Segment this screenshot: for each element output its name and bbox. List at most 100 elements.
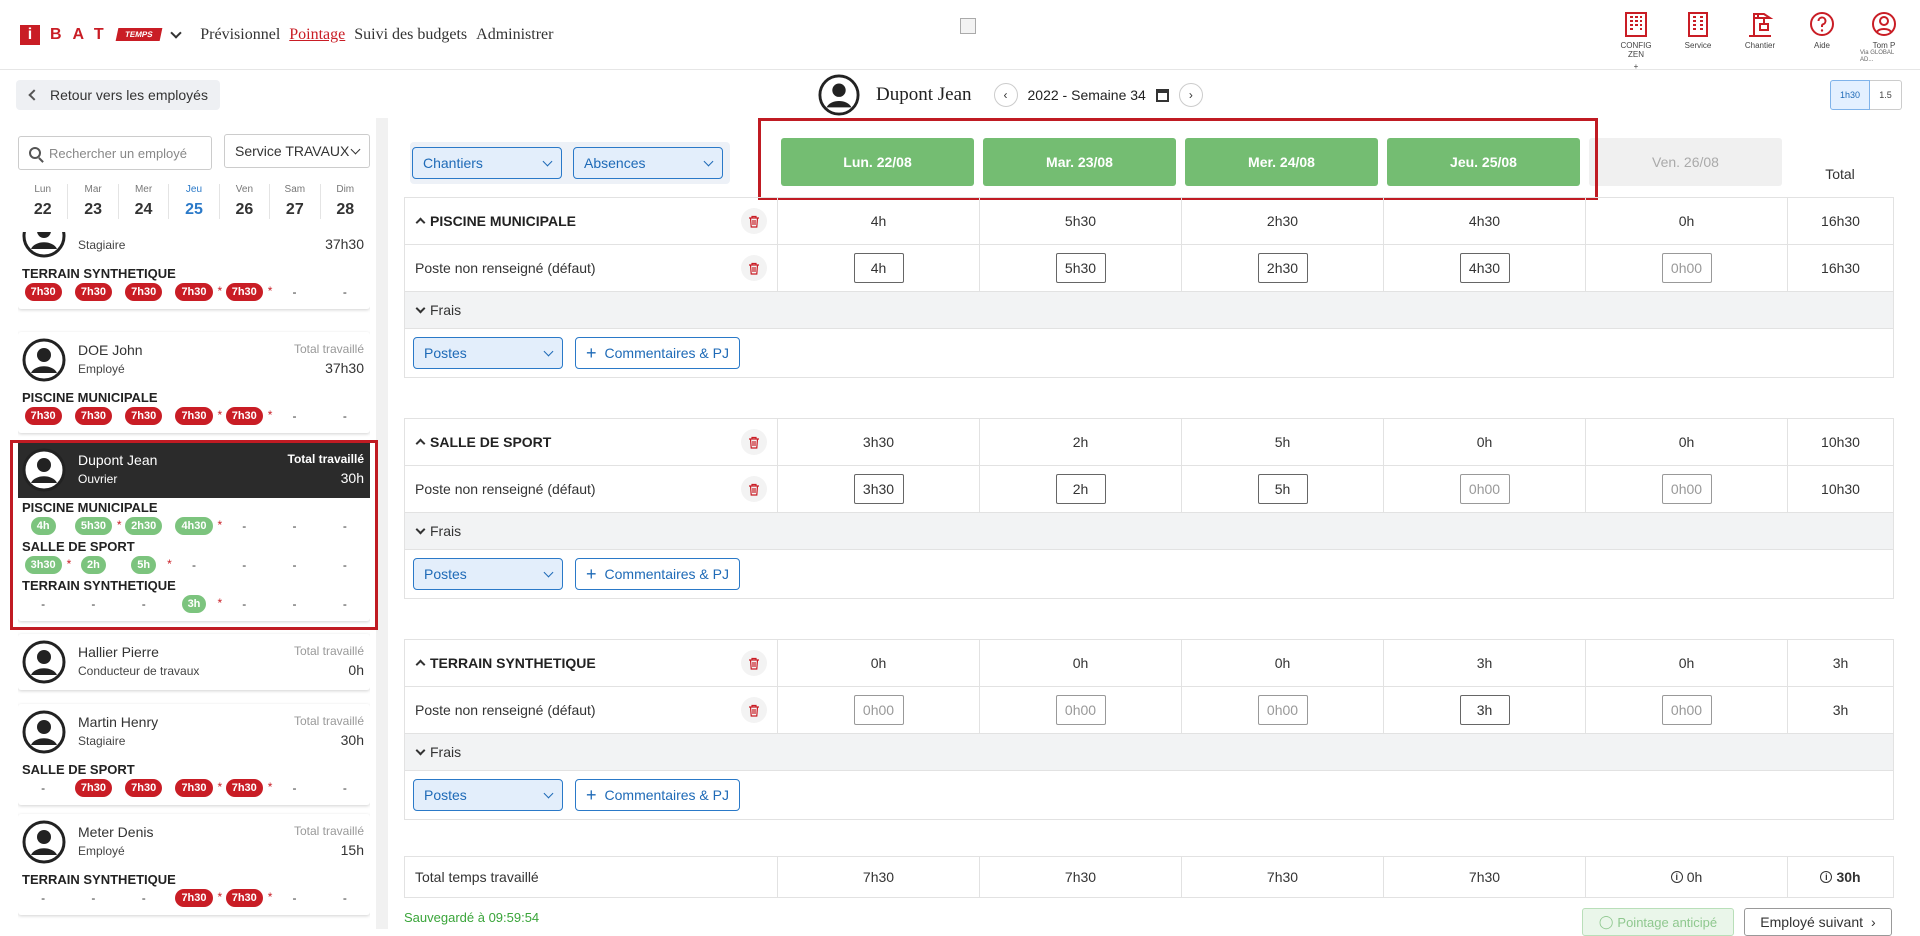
service-select[interactable]: Service TRAVAUX — [224, 134, 370, 168]
anticipated-pointage-button[interactable]: ◯ Pointage anticipé — [1582, 908, 1734, 936]
back-to-employees-button[interactable]: Retour vers les employés — [16, 80, 220, 110]
nav-previsionnel[interactable]: Prévisionnel — [200, 26, 280, 44]
frais-toggle[interactable]: Frais — [415, 302, 461, 318]
day-header[interactable]: Ven. 26/08 — [1589, 138, 1782, 186]
day-cell[interactable]: - — [18, 891, 68, 905]
day-cell[interactable]: - — [320, 409, 370, 423]
delete-project-button[interactable] — [741, 429, 767, 455]
prev-week-button[interactable]: ‹ — [993, 83, 1018, 107]
day-cell[interactable]: 7h30 — [68, 407, 118, 425]
hours-input[interactable]: 0h00 — [853, 695, 904, 725]
tool-user[interactable]: Tom P Via GLOBAL AD... — [1860, 10, 1908, 71]
day-lun[interactable]: Lun 22 — [18, 184, 69, 219]
chantiers-dropdown[interactable]: Chantiers — [412, 147, 562, 179]
day-cell[interactable]: - — [119, 891, 169, 905]
hours-input[interactable]: 3h30 — [853, 474, 904, 504]
hours-input[interactable]: 2h30 — [1257, 253, 1308, 283]
employee-card[interactable]: Bréant PaulStagiaireTotal travaillé37h30… — [18, 232, 370, 309]
day-cell[interactable]: - — [320, 781, 370, 795]
delete-post-button[interactable] — [741, 476, 767, 502]
day-dim[interactable]: Dim 28 — [321, 184, 370, 219]
hours-input[interactable]: 5h — [1257, 474, 1308, 504]
day-cell[interactable]: 7h30 — [18, 407, 68, 425]
frais-row[interactable]: Frais — [405, 734, 1893, 771]
hours-input[interactable]: 5h30 — [1055, 253, 1106, 283]
day-cell[interactable]: 7h30 * — [219, 779, 272, 797]
day-sam[interactable]: Sam 27 — [270, 184, 321, 219]
nav-pointage[interactable]: Pointage — [289, 26, 345, 44]
frais-row[interactable]: Frais — [405, 513, 1893, 550]
next-week-button[interactable]: › — [1178, 83, 1203, 107]
comments-attachments-button[interactable]: + Commentaires & PJ — [575, 779, 740, 811]
day-cell[interactable]: - — [269, 409, 319, 423]
frais-toggle[interactable]: Frais — [415, 523, 461, 539]
day-cell[interactable]: 7h30 — [68, 283, 118, 301]
nav-administrer[interactable]: Administrer — [476, 26, 553, 44]
frais-row[interactable]: Frais — [405, 292, 1893, 329]
tool-config-zen[interactable]: CONFIG ZEN + — [1612, 10, 1660, 71]
day-cell[interactable]: 7h30 * — [169, 283, 222, 301]
project-toggle[interactable]: TERRAIN SYNTHETIQUE — [415, 655, 596, 671]
day-jeu[interactable]: Jeu 25 — [169, 184, 220, 219]
hours-input[interactable]: 0h00 — [1459, 474, 1510, 504]
delete-project-button[interactable] — [741, 208, 767, 234]
delete-project-button[interactable] — [741, 650, 767, 676]
day-cell[interactable]: 7h30 — [18, 283, 68, 301]
next-employee-button[interactable]: Employé suivant › — [1744, 908, 1892, 936]
frais-toggle[interactable]: Frais — [415, 744, 461, 760]
day-cell[interactable]: 7h30 * — [219, 283, 272, 301]
tool-aide[interactable]: Aide — [1798, 10, 1846, 71]
day-cell[interactable]: 7h30 * — [169, 407, 222, 425]
calendar-icon[interactable] — [1155, 88, 1169, 102]
nav-suivi-budgets[interactable]: Suivi des budgets — [354, 26, 467, 44]
employee-card[interactable]: Meter Denis Employé Total travaillé 15h TERR… — [18, 814, 370, 915]
employee-card[interactable]: DOE John Employé Total travaillé 37h30 PISCI… — [18, 332, 370, 433]
day-cell[interactable]: 7h30 — [68, 779, 118, 797]
day-cell[interactable]: 7h30 * — [169, 889, 222, 907]
comments-attachments-button[interactable]: + Commentaires & PJ — [575, 337, 740, 369]
hours-input[interactable]: 0h00 — [1661, 474, 1712, 504]
tool-chantier[interactable]: Chantier — [1736, 10, 1784, 71]
day-mer[interactable]: Mer 24 — [119, 184, 170, 219]
chevron-down-icon[interactable] — [170, 26, 182, 39]
day-cell[interactable]: - — [269, 285, 319, 299]
employee-card[interactable]: Martin Henry Stagiaire Total travaillé 30h S… — [18, 704, 370, 805]
absences-dropdown[interactable]: Absences — [573, 147, 723, 179]
employee-search-input[interactable]: Rechercher un employé — [18, 136, 212, 170]
day-cell[interactable]: 7h30 * — [219, 889, 272, 907]
day-cell[interactable]: - — [68, 891, 118, 905]
tool-service[interactable]: Service — [1674, 10, 1722, 71]
day-cell[interactable]: - — [18, 781, 68, 795]
comments-attachments-button[interactable]: + Commentaires & PJ — [575, 558, 740, 590]
day-cell[interactable]: 7h30 * — [219, 407, 272, 425]
ibat-logo[interactable]: i BAT TEMPS — [20, 24, 182, 45]
day-cell[interactable]: 7h30 — [119, 779, 169, 797]
zoom-hours[interactable]: 1h30 — [1830, 80, 1870, 110]
hours-input[interactable]: 0h00 — [1055, 695, 1106, 725]
hours-input[interactable]: 0h00 — [1661, 695, 1712, 725]
employee-card[interactable]: Hallier Pierre Conducteur de travaux Total… — [18, 634, 370, 690]
postes-dropdown[interactable]: Postes — [413, 337, 563, 369]
hours-input[interactable]: 4h — [853, 253, 904, 283]
day-mar[interactable]: Mar 23 — [68, 184, 119, 219]
day-cell[interactable]: - — [320, 891, 370, 905]
hours-input[interactable]: 2h — [1055, 474, 1106, 504]
delete-post-button[interactable] — [741, 255, 767, 281]
hours-input[interactable]: 4h30 — [1459, 253, 1510, 283]
day-cell[interactable]: 7h30 — [119, 407, 169, 425]
day-cell[interactable]: - — [269, 891, 319, 905]
day-cell[interactable]: 7h30 * — [169, 779, 222, 797]
project-toggle[interactable]: PISCINE MUNICIPALE — [415, 213, 576, 229]
postes-dropdown[interactable]: Postes — [413, 779, 563, 811]
day-cell[interactable]: - — [320, 285, 370, 299]
hours-input[interactable]: 3h — [1459, 695, 1510, 725]
hours-input[interactable]: 0h00 — [1661, 253, 1712, 283]
day-cell[interactable]: - — [269, 781, 319, 795]
postes-dropdown[interactable]: Postes — [413, 558, 563, 590]
day-ven[interactable]: Ven 26 — [220, 184, 271, 219]
zoom-decimal[interactable]: 1.5 — [1870, 80, 1902, 110]
delete-post-button[interactable] — [741, 697, 767, 723]
day-cell[interactable]: 7h30 — [119, 283, 169, 301]
hours-input[interactable]: 0h00 — [1257, 695, 1308, 725]
project-toggle[interactable]: SALLE DE SPORT — [415, 434, 551, 450]
